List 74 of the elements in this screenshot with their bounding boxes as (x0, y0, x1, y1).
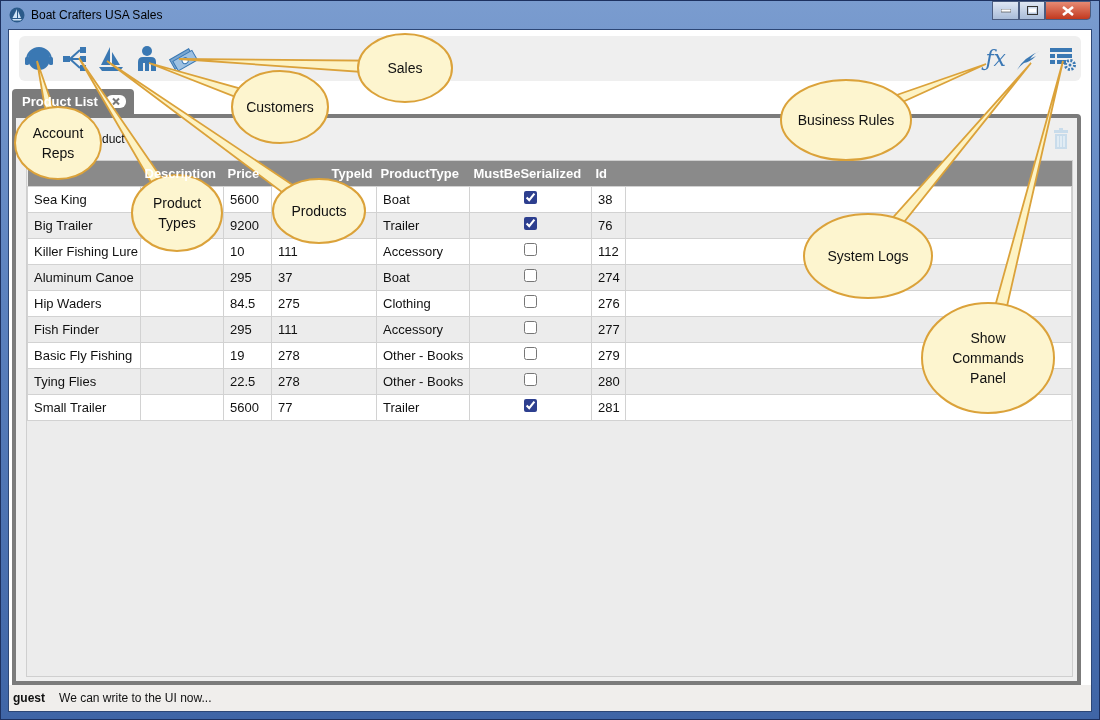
table-cell: 278 (278, 347, 300, 363)
table-cell: Fish Finder (34, 321, 100, 337)
callout-label: Account Reps (31, 124, 85, 163)
table-cell: Hip Waders (34, 295, 102, 311)
window-title: Boat Crafters USA Sales (31, 7, 163, 24)
serialized-checkbox[interactable] (524, 294, 537, 308)
user-name: guest (13, 690, 45, 707)
status-message: We can write to the UI now... (59, 690, 212, 707)
callout-label: Products (290, 202, 348, 221)
serialized-checkbox[interactable] (524, 190, 537, 204)
maximize-button[interactable] (1019, 1, 1045, 20)
table-cell: 280 (598, 373, 620, 389)
serialized-checkbox[interactable] (524, 372, 537, 386)
table-cell: Other - Books (383, 373, 464, 389)
table-cell: Big Trailer (34, 217, 93, 233)
serialized-checkbox[interactable] (524, 398, 537, 412)
app-logo-icon (9, 7, 25, 23)
minimize-icon (1000, 8, 1011, 13)
table-cell: Other - Books (383, 347, 464, 363)
table-cell: Tying Flies (34, 373, 97, 389)
table-cell: 5600 (230, 399, 259, 415)
table-cell: 38 (598, 191, 613, 207)
callout-label: Sales (386, 59, 424, 78)
table-cell: 19 (230, 347, 245, 363)
table-cell: 9200 (230, 217, 259, 233)
serialized-checkbox[interactable] (524, 216, 537, 230)
serialized-checkbox[interactable] (524, 346, 537, 360)
commands-panel-icon[interactable] (1048, 45, 1076, 72)
close-icon (1062, 5, 1074, 16)
serialized-checkbox[interactable] (524, 268, 537, 282)
table-cell: 22.5 (230, 373, 256, 389)
table-cell: Trailer (383, 217, 420, 233)
table-cell: 274 (598, 269, 620, 285)
table-cell: Boat (383, 269, 410, 285)
table-cell: 77 (278, 399, 293, 415)
callout-label: Show Commands Panel (951, 329, 1025, 388)
table-cell: 112 (598, 243, 619, 259)
table-cell: Basic Fly Fishing (34, 347, 133, 363)
business-rules-button[interactable]: ƒx (983, 47, 1008, 70)
table-cell: 84.5 (230, 295, 256, 311)
maximize-icon (1026, 6, 1038, 15)
callout-label: System Logs (826, 247, 910, 266)
table-cell: 295 (230, 321, 252, 337)
table-cell: Accessory (383, 321, 443, 337)
callout-label: Customers (245, 98, 315, 117)
table-cell: Killer Fishing Lure (34, 243, 139, 259)
table-cell: 10 (230, 243, 245, 259)
callout-label: Product Types (151, 194, 203, 233)
close-button[interactable] (1045, 1, 1091, 20)
table-cell: 278 (278, 373, 300, 389)
callout-label: Business Rules (796, 111, 896, 130)
table-cell: Boat (383, 191, 410, 207)
table-cell: 37 (278, 269, 293, 285)
table-cell: 111 (278, 321, 298, 337)
table-cell: Trailer (383, 399, 420, 415)
table-cell: Small Trailer (34, 399, 107, 415)
add-product-button[interactable]: duct (102, 129, 125, 148)
table-cell: 5600 (230, 191, 259, 207)
table-cell: 275 (278, 295, 300, 311)
table-cell: 279 (598, 347, 620, 363)
trash-icon (1053, 127, 1069, 150)
minimize-button[interactable] (992, 1, 1019, 20)
table-cell: 277 (598, 321, 620, 337)
table-cell: 276 (598, 295, 620, 311)
serialized-checkbox[interactable] (524, 320, 537, 334)
table-cell: 295 (230, 269, 252, 285)
serialized-checkbox[interactable] (524, 242, 537, 256)
table-cell: 281 (598, 399, 620, 415)
table-cell: Accessory (383, 243, 443, 259)
table-cell: Aluminum Canoe (34, 269, 134, 285)
table-cell: Sea King (34, 191, 87, 207)
table-cell: 111 (278, 243, 298, 259)
table-cell: Clothing (383, 295, 431, 311)
table-cell: 76 (598, 217, 613, 233)
